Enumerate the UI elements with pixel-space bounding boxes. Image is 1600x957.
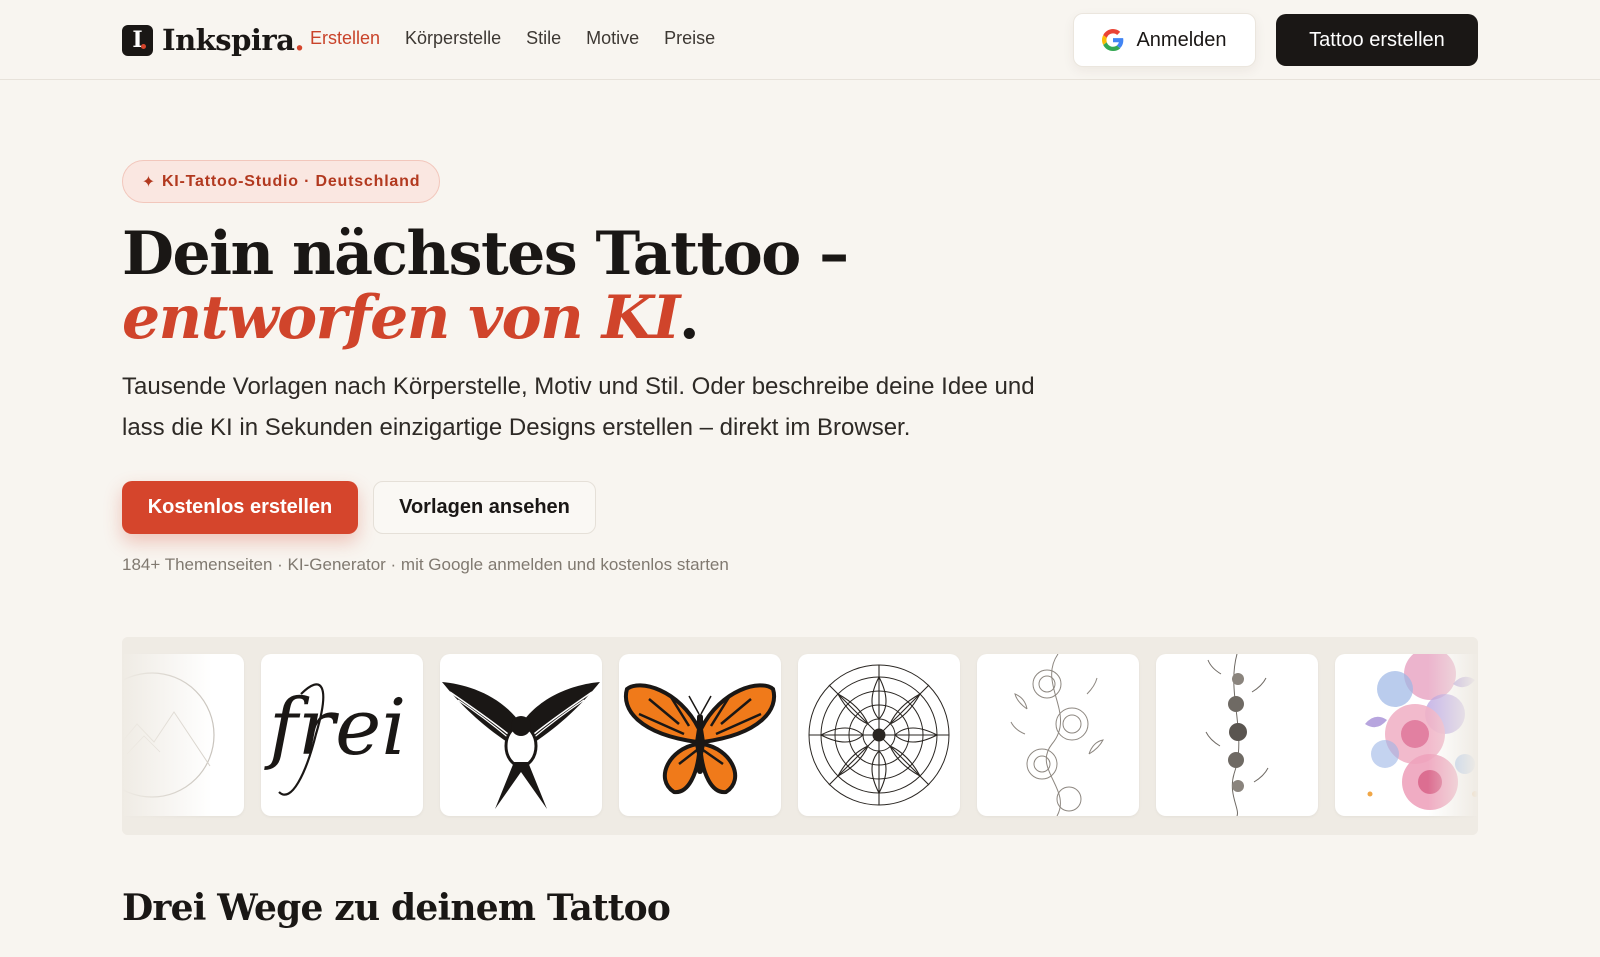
hero-title: Dein nächstes Tattoo – entworfen von KI.: [122, 222, 1022, 350]
sparkle-icon: ✦: [141, 173, 156, 191]
hero-title-period: .: [678, 283, 700, 353]
gallery-track: frei: [122, 654, 1478, 816]
google-login-button[interactable]: Anmelden: [1073, 13, 1256, 67]
nav-item-preise[interactable]: Preise: [664, 28, 715, 49]
rose-vine-tattoo-icon: [1010, 654, 1104, 816]
logo-mark-icon: I: [122, 24, 153, 56]
swallow-tattoo-icon: [442, 682, 600, 809]
gallery-tile-moon-phases[interactable]: [1156, 654, 1318, 816]
hero-title-line2: entworfen von KI.: [122, 286, 1022, 350]
gallery-tile-script[interactable]: frei: [261, 654, 423, 816]
view-templates-button[interactable]: Vorlagen ansehen: [373, 481, 596, 534]
hero-badge: ✦ KI-Tattoo-Studio · Deutschland: [122, 160, 440, 203]
section-title: Drei Wege zu deinem Tattoo: [122, 887, 671, 929]
google-icon: [1102, 29, 1124, 51]
script-frei-text: frei: [264, 683, 406, 773]
butterfly-tattoo-icon: [623, 683, 777, 795]
nav-item-erstellen[interactable]: Erstellen: [310, 28, 380, 49]
script-frei-tattoo-icon: frei: [264, 683, 406, 796]
main-nav: Erstellen Körperstelle Stile Motive Prei…: [310, 28, 715, 49]
login-label: Anmelden: [1136, 28, 1227, 51]
hero-lead: Tausende Vorlagen nach Körperstelle, Mot…: [122, 373, 1035, 441]
gallery-tile-swallow[interactable]: [440, 654, 602, 816]
nav-item-stile[interactable]: Stile: [526, 28, 561, 49]
start-free-button[interactable]: Kostenlos erstellen: [122, 481, 358, 534]
gallery-tile-rose-vine[interactable]: [977, 654, 1139, 816]
gallery-tile-mandala[interactable]: [798, 654, 960, 816]
brand-logo[interactable]: I Inkspira.: [122, 22, 305, 58]
tattoo-gallery[interactable]: frei: [122, 637, 1478, 835]
brand-name-dot: .: [294, 23, 305, 57]
gallery-tile-butterfly[interactable]: [619, 654, 781, 816]
hero-title-emphasis: entworfen von KI: [122, 283, 680, 353]
gallery-fade-right: [1428, 637, 1478, 835]
hero-title-line1: Dein nächstes Tattoo –: [122, 219, 849, 289]
hero-meta-text: 184+ Themenseiten · KI-Generator · mit G…: [122, 555, 729, 574]
mandala-tattoo-icon: [808, 664, 950, 806]
nav-item-motive[interactable]: Motive: [586, 28, 639, 49]
create-tattoo-button[interactable]: Tattoo erstellen: [1276, 14, 1478, 66]
site-header: I Inkspira. Erstellen Körperstelle Stile…: [0, 0, 1600, 80]
logo-mark-dot: [141, 43, 146, 49]
logo-mark-letter: I: [132, 27, 143, 53]
brand-name-text: Inkspira: [162, 23, 295, 57]
brand-name: Inkspira.: [162, 23, 305, 57]
moon-phases-tattoo-icon: [1205, 654, 1269, 816]
nav-item-koerperstelle[interactable]: Körperstelle: [405, 28, 501, 49]
gallery-fade-left: [122, 637, 212, 835]
hero-badge-text: KI-Tattoo-Studio · Deutschland: [161, 172, 421, 190]
